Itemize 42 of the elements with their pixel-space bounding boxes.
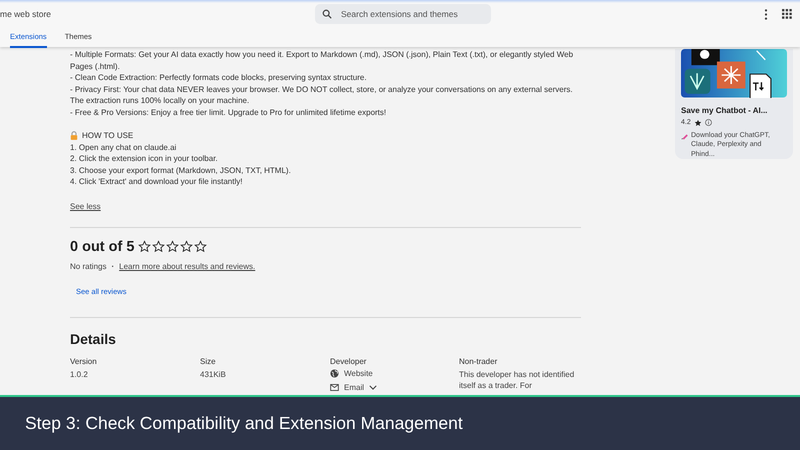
description-text: - Free & Pro Versions: Enjoy a free tier limit. Upgrade to Pro for unlimited lifetime exports! <box>70 106 388 118</box>
star-icon <box>194 240 208 253</box>
no-ratings-text: No ratings <box>70 262 106 270</box>
caption-text: Step 3: Check Compatibility and Extension Management <box>25 413 463 434</box>
star-icon <box>166 240 180 253</box>
howto-heading: HOW TO USE <box>82 130 134 142</box>
search-field[interactable]: Search extensions and themes <box>315 4 491 24</box>
mail-icon <box>330 384 339 390</box>
learn-more-link[interactable]: Learn more about results and reviews. <box>119 262 256 270</box>
details-heading: Details <box>70 330 117 346</box>
detail-label: Developer <box>330 356 368 366</box>
description-text: - Multiple Formats: Get your AI data exactly how you need it. Export to Markdown (.md), JSON (.json), Plain Text (.txt), or elegantly styled Web Pages (.html). <box>70 49 574 72</box>
rating-heading: 0 out of 5 <box>70 238 134 254</box>
step-text: 3. Choose your export format (Markdown, JSON, TXT, HTML). <box>70 164 292 176</box>
info-icon <box>704 119 712 126</box>
website-link[interactable]: Website <box>330 368 459 378</box>
detail-label: Size <box>200 356 217 366</box>
pen-icon <box>681 132 689 140</box>
card-title: Save my Chatbot - AI... <box>681 106 768 114</box>
star-icon <box>138 240 152 253</box>
email-link[interactable]: Email <box>330 382 459 392</box>
detail-value: 431KiB <box>200 368 227 380</box>
separator-dot: · <box>111 262 114 270</box>
detail-value: 1.0.2 <box>70 368 89 380</box>
apps-grid-icon[interactable] <box>782 9 792 19</box>
step-text: 4. Click 'Extract' and download your file instantly! <box>70 176 244 188</box>
globe-icon <box>330 368 339 378</box>
lock-icon <box>70 131 78 140</box>
description-text: - Privacy First: Your chat data NEVER leaves your browser. We DO NOT collect, store, or analyze your conversations on any external servers. The extraction runs 100% locally on your machine. <box>70 84 574 106</box>
detail-label: Version <box>70 356 98 366</box>
store-title: me web store <box>0 9 52 19</box>
detail-label: Non-trader <box>459 356 498 366</box>
see-less-link[interactable]: See less <box>70 202 101 210</box>
step-text: 2. Click the extension icon in your toolbar. <box>70 153 219 164</box>
more-menu-icon[interactable] <box>764 8 768 20</box>
step-text: 1. Open any chat on claude.ai <box>70 142 178 153</box>
chevron-down-icon <box>369 384 378 390</box>
star-icon <box>152 240 166 253</box>
star-icon <box>180 240 194 253</box>
description-text: - Clean Code Extraction: Perfectly formats code blocks, preserving syntax structure. <box>70 72 368 84</box>
star-icon <box>694 118 702 126</box>
detail-value: This developer has not identified itself as a trader. For <box>459 368 576 392</box>
